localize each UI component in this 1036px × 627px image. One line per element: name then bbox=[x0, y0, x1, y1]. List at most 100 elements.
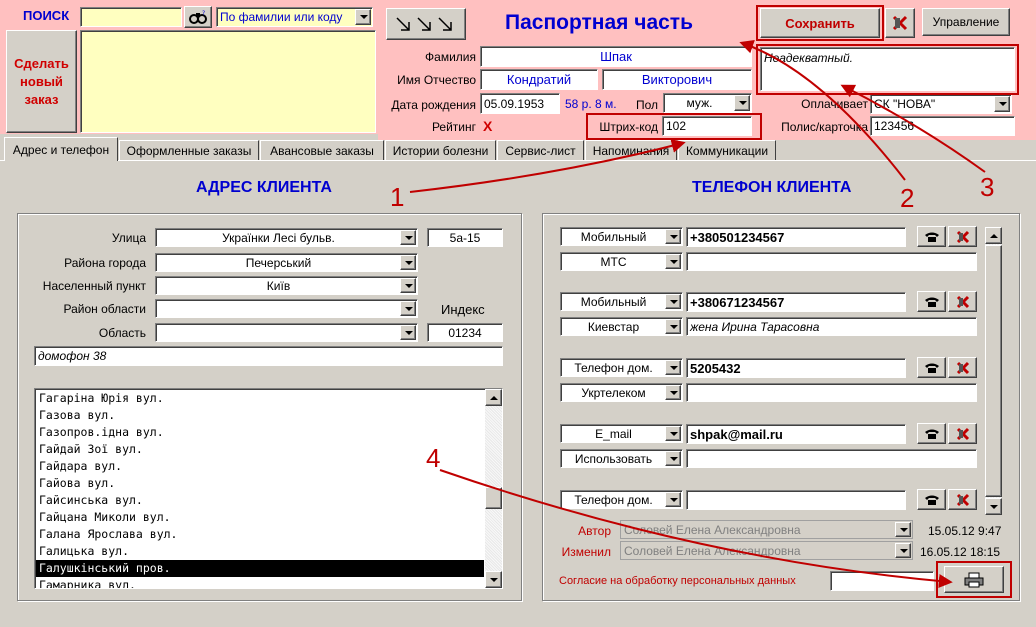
delete-phone-button[interactable] bbox=[948, 423, 977, 444]
delete-phone-button[interactable] bbox=[948, 357, 977, 378]
chevron-down-icon[interactable] bbox=[665, 254, 681, 269]
street-list-item[interactable]: Гагаріна Юрія вул. bbox=[36, 390, 484, 407]
manage-button[interactable]: Управление bbox=[922, 8, 1010, 36]
policy-field[interactable]: 123456 bbox=[870, 116, 1015, 136]
chevron-down-icon[interactable] bbox=[665, 492, 681, 507]
street-list-item[interactable]: Гайова вул. bbox=[36, 475, 484, 492]
scroll-down-icon[interactable] bbox=[485, 571, 502, 588]
phone-value-field[interactable]: shpak@mail.ru bbox=[686, 424, 906, 444]
sex-select[interactable]: муж. bbox=[663, 93, 752, 113]
street-list-item[interactable]: Гайсинська вул. bbox=[36, 492, 484, 509]
patronymic-field[interactable]: Викторович bbox=[602, 69, 752, 90]
chevron-down-icon[interactable] bbox=[400, 255, 416, 270]
phone-value-field[interactable]: 5205432 bbox=[686, 358, 906, 378]
operator-select[interactable]: Использовать bbox=[560, 449, 683, 468]
consent-field[interactable] bbox=[830, 571, 934, 591]
region-select[interactable] bbox=[155, 323, 418, 342]
street-list-item[interactable]: Газова вул. bbox=[36, 407, 484, 424]
delete-phone-button[interactable] bbox=[948, 489, 977, 510]
street-list-item[interactable]: Гайцана Миколи вул. bbox=[36, 509, 484, 526]
district-select[interactable]: Печерський bbox=[155, 253, 418, 272]
street-list-item[interactable]: Гамарника вул. bbox=[36, 577, 484, 588]
search-mode-select[interactable]: По фамилии или коду bbox=[216, 7, 373, 27]
chevron-down-icon[interactable] bbox=[400, 278, 416, 293]
tab-service-list[interactable]: Сервис-лист bbox=[497, 140, 584, 160]
phone-value-field[interactable] bbox=[686, 490, 906, 510]
phone-type-select[interactable]: Телефон дом. bbox=[560, 490, 683, 509]
street-list-item[interactable]: Галана Ярослава вул. bbox=[36, 526, 484, 543]
phone-comment-field[interactable]: жена Ирина Тарасовна bbox=[686, 317, 977, 336]
tab-address-phone[interactable]: Адрес и телефон bbox=[4, 137, 118, 161]
scroll-down-icon[interactable] bbox=[985, 498, 1002, 515]
phone-list-scrollbar[interactable] bbox=[985, 227, 1002, 515]
chevron-down-icon bbox=[895, 522, 911, 537]
phone-type-select[interactable]: Мобильный bbox=[560, 292, 683, 311]
payer-select[interactable]: СК "НОВА" bbox=[870, 94, 1012, 114]
operator-select[interactable]: Киевстар bbox=[560, 317, 683, 336]
chevron-down-icon[interactable] bbox=[400, 325, 416, 340]
chevron-down-icon[interactable] bbox=[665, 319, 681, 334]
chevron-down-icon[interactable] bbox=[665, 385, 681, 400]
street-value: Українки Лесі бульв. bbox=[222, 230, 335, 245]
surname-field[interactable]: Шпак bbox=[480, 46, 752, 67]
chevron-down-icon[interactable] bbox=[400, 301, 416, 316]
tab-advance-orders[interactable]: Авансовые заказы bbox=[260, 140, 384, 160]
phone-type-select[interactable]: E_mail bbox=[560, 424, 683, 443]
address-note-field[interactable]: домофон 38 bbox=[34, 346, 503, 366]
house-field[interactable]: 5а-15 bbox=[427, 228, 503, 247]
street-list-item[interactable]: Гайдара вул. bbox=[36, 458, 484, 475]
dob-field[interactable]: 05.09.1953 bbox=[480, 93, 560, 114]
tab-orders[interactable]: Оформленные заказы bbox=[119, 140, 259, 160]
index-field[interactable]: 01234 bbox=[427, 323, 503, 342]
chevron-down-icon[interactable] bbox=[400, 230, 416, 245]
phone-comment-field[interactable] bbox=[686, 383, 977, 402]
phone-type-select[interactable]: Мобильный bbox=[560, 227, 683, 246]
first-name-field[interactable]: Кондратий bbox=[480, 69, 598, 90]
call-button[interactable] bbox=[917, 226, 946, 247]
search-people-button[interactable]: ? bbox=[184, 6, 212, 28]
scroll-up-icon[interactable] bbox=[985, 227, 1002, 244]
phone-comment-text: жена Ирина Тарасовна bbox=[690, 319, 820, 334]
operator-select[interactable]: МТС bbox=[560, 252, 683, 271]
scroll-up-icon[interactable] bbox=[485, 389, 502, 406]
delete-phone-button[interactable] bbox=[948, 291, 977, 312]
street-list-item[interactable]: Гайдай Зої вул. bbox=[36, 441, 484, 458]
phone-value-field[interactable]: +380501234567 bbox=[686, 227, 906, 247]
call-button[interactable] bbox=[917, 357, 946, 378]
region-district-select[interactable] bbox=[155, 299, 418, 318]
delete-phone-button[interactable] bbox=[948, 226, 977, 247]
swap-arrows-button[interactable] bbox=[386, 8, 466, 40]
search-input[interactable] bbox=[80, 7, 182, 27]
street-list-item[interactable]: Галушкінський пров. bbox=[36, 560, 484, 577]
call-button[interactable] bbox=[917, 489, 946, 510]
scroll-thumb[interactable] bbox=[485, 487, 502, 509]
chevron-down-icon[interactable] bbox=[355, 9, 371, 25]
call-button[interactable] bbox=[917, 291, 946, 312]
street-select[interactable]: Українки Лесі бульв. bbox=[155, 228, 418, 247]
street-list-item[interactable]: Газопров.ідна вул. bbox=[36, 424, 484, 441]
chevron-down-icon[interactable] bbox=[665, 426, 681, 441]
locality-select[interactable]: Київ bbox=[155, 276, 418, 295]
operator-value: МТС bbox=[600, 254, 627, 269]
phone-type-select[interactable]: Телефон дом. bbox=[560, 358, 683, 377]
search-results[interactable] bbox=[80, 30, 376, 133]
phone-comment-field[interactable] bbox=[686, 449, 977, 468]
chevron-down-icon[interactable] bbox=[665, 360, 681, 375]
street-list[interactable]: Гагаріна Юрія вул. Газова вул. Газопров.ід… bbox=[34, 388, 503, 589]
new-order-button[interactable]: Сделать новый заказ bbox=[6, 30, 77, 133]
chevron-down-icon[interactable] bbox=[734, 95, 750, 111]
tab-communications[interactable]: Коммуникации bbox=[678, 140, 776, 160]
chevron-down-icon[interactable] bbox=[665, 229, 681, 244]
chevron-down-icon[interactable] bbox=[665, 294, 681, 309]
tab-reminders[interactable]: Напоминания bbox=[585, 140, 677, 160]
street-list-item[interactable]: Галицька вул. bbox=[36, 543, 484, 560]
operator-select[interactable]: Укртелеком bbox=[560, 383, 683, 402]
cancel-button[interactable] bbox=[885, 8, 915, 38]
chevron-down-icon[interactable] bbox=[665, 451, 681, 466]
street-list-scrollbar[interactable] bbox=[485, 389, 502, 588]
call-button[interactable] bbox=[917, 423, 946, 444]
phone-comment-field[interactable] bbox=[686, 252, 977, 271]
phone-value-field[interactable]: +380671234567 bbox=[686, 292, 906, 312]
chevron-down-icon[interactable] bbox=[994, 96, 1010, 112]
tab-medical-history[interactable]: Истории болезни bbox=[385, 140, 496, 160]
